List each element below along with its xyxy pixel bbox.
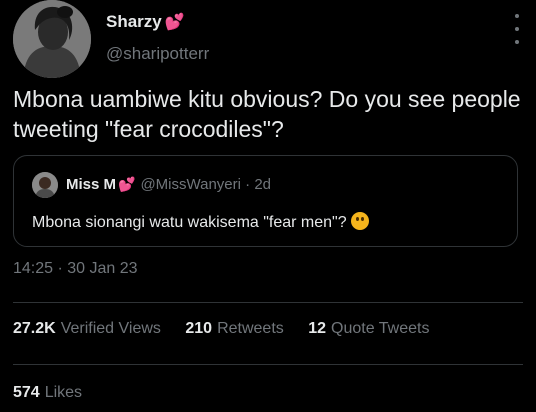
quoted-tweet-header: Miss M 💕 @MissWanyeri · 2d bbox=[66, 176, 271, 193]
likes-stat[interactable]: 574 Likes bbox=[13, 384, 82, 402]
views-count: 27.2K bbox=[13, 320, 56, 337]
divider bbox=[13, 302, 523, 303]
hearts-emoji-icon: 💕 bbox=[164, 14, 185, 31]
views-label: Verified Views bbox=[60, 320, 161, 337]
tweet-text: Mbona uambiwe kitu obvious? Do you see p… bbox=[13, 86, 521, 142]
quoted-author-handle[interactable]: @MissWanyeri bbox=[140, 176, 241, 193]
more-options-icon[interactable] bbox=[510, 14, 524, 44]
tweet-timestamp[interactable]: 14:25 · 30 Jan 23 bbox=[13, 260, 138, 278]
retweets-label: Retweets bbox=[217, 320, 284, 337]
author-name-text[interactable]: Sharzy bbox=[106, 12, 162, 31]
quoted-tweet-card[interactable]: Miss M 💕 @MissWanyeri · 2d Mbona sionangi … bbox=[13, 155, 518, 247]
quoted-author-name[interactable]: Miss M bbox=[66, 176, 116, 193]
author-handle[interactable]: @sharipotterr bbox=[106, 44, 209, 64]
more-dot bbox=[515, 14, 519, 18]
quote-tweets-label: Quote Tweets bbox=[331, 320, 430, 337]
quote-tweets-stat[interactable]: 12 Quote Tweets bbox=[308, 320, 429, 337]
retweets-stat[interactable]: 210 Retweets bbox=[185, 320, 283, 337]
quoted-tweet-text: Mbona sionangi watu wakisema "fear men"? bbox=[32, 212, 369, 232]
quoted-tweet-time[interactable]: 2d bbox=[254, 176, 271, 193]
hearts-emoji-icon: 💕 bbox=[118, 176, 136, 192]
likes-label: Likes bbox=[44, 384, 83, 401]
quoted-tweet-text-content: Mbona sionangi watu wakisema "fear men"? bbox=[32, 214, 347, 231]
divider bbox=[13, 364, 523, 365]
tweet-stats: 27.2K Verified Views 210 Retweets 12 Quote … bbox=[13, 320, 449, 338]
views-stat[interactable]: 27.2K Verified Views bbox=[13, 320, 161, 337]
tweet-detail: Sharzy 💕 @sharipotterr Mbona uambiwe kitu… bbox=[0, 0, 536, 412]
retweets-count: 210 bbox=[185, 320, 213, 337]
author-name[interactable]: Sharzy 💕 bbox=[106, 12, 185, 32]
separator-dot: · bbox=[245, 176, 251, 193]
more-dot bbox=[515, 40, 519, 44]
likes-count: 574 bbox=[13, 384, 40, 401]
quote-tweets-count: 12 bbox=[308, 320, 327, 337]
more-dot bbox=[515, 27, 519, 31]
quoted-author-avatar[interactable] bbox=[32, 172, 58, 198]
thinking-face-icon bbox=[350, 212, 369, 230]
author-avatar[interactable] bbox=[13, 0, 91, 78]
